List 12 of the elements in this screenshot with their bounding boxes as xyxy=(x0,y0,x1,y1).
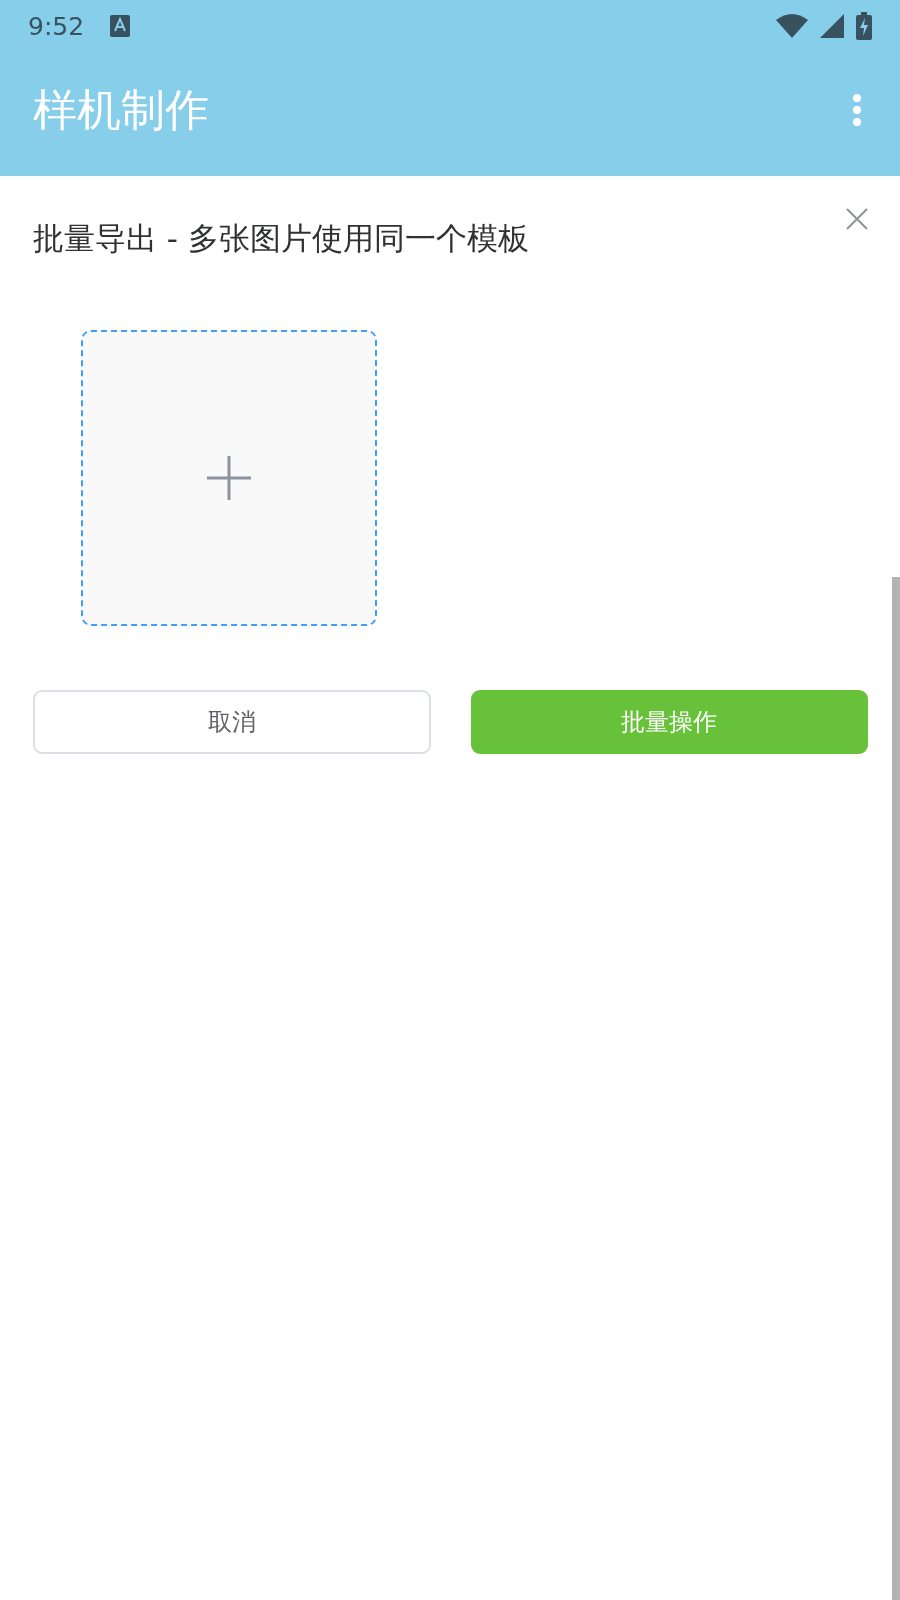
close-icon[interactable] xyxy=(846,208,868,230)
battery-icon xyxy=(856,12,872,40)
upload-tile[interactable] xyxy=(81,330,377,626)
wifi-icon xyxy=(776,14,808,38)
cancel-button[interactable]: 取消 xyxy=(33,690,431,754)
dialog-title: 批量导出 - 多张图片使用同一个模板 xyxy=(33,219,529,258)
status-time: 9:52 xyxy=(28,11,85,41)
signal-icon xyxy=(820,14,844,38)
plus-icon xyxy=(205,454,253,502)
more-menu-icon[interactable] xyxy=(852,93,862,127)
notification-icon xyxy=(110,15,131,37)
app-title: 样机制作 xyxy=(33,82,209,137)
